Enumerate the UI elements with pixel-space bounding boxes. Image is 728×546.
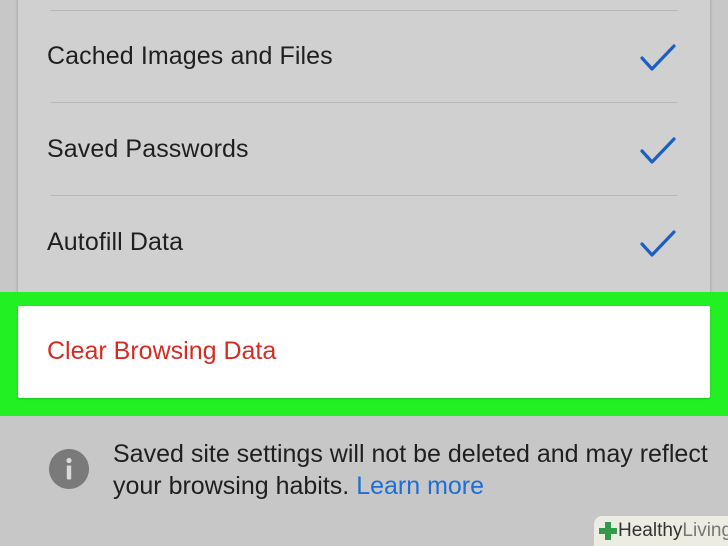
watermark-text: HealthyLiving xyxy=(618,520,728,542)
clear-data-options-panel: Cached Images and Files Saved Passwords … xyxy=(18,0,710,296)
learn-more-link[interactable]: Learn more xyxy=(356,472,484,500)
plus-cross-icon xyxy=(599,522,617,540)
checkmark-icon[interactable] xyxy=(638,42,678,74)
option-label: Saved Passwords xyxy=(47,135,249,163)
watermark-light: Living xyxy=(682,520,728,541)
checkmark-icon[interactable] xyxy=(638,228,678,260)
divider xyxy=(50,102,678,103)
info-note: Saved site settings will not be deleted … xyxy=(113,438,713,502)
info-icon xyxy=(49,449,89,489)
option-label: Cached Images and Files xyxy=(47,42,333,70)
divider xyxy=(50,10,678,11)
option-label: Autofill Data xyxy=(47,228,184,256)
clear-browsing-data-button[interactable]: Clear Browsing Data xyxy=(18,306,710,398)
divider xyxy=(50,195,678,196)
checkmark-icon[interactable] xyxy=(638,135,678,167)
watermark-bold: Healthy xyxy=(618,520,683,541)
clear-browsing-data-label: Clear Browsing Data xyxy=(47,337,277,365)
watermark-logo: HealthyLiving xyxy=(594,516,728,546)
